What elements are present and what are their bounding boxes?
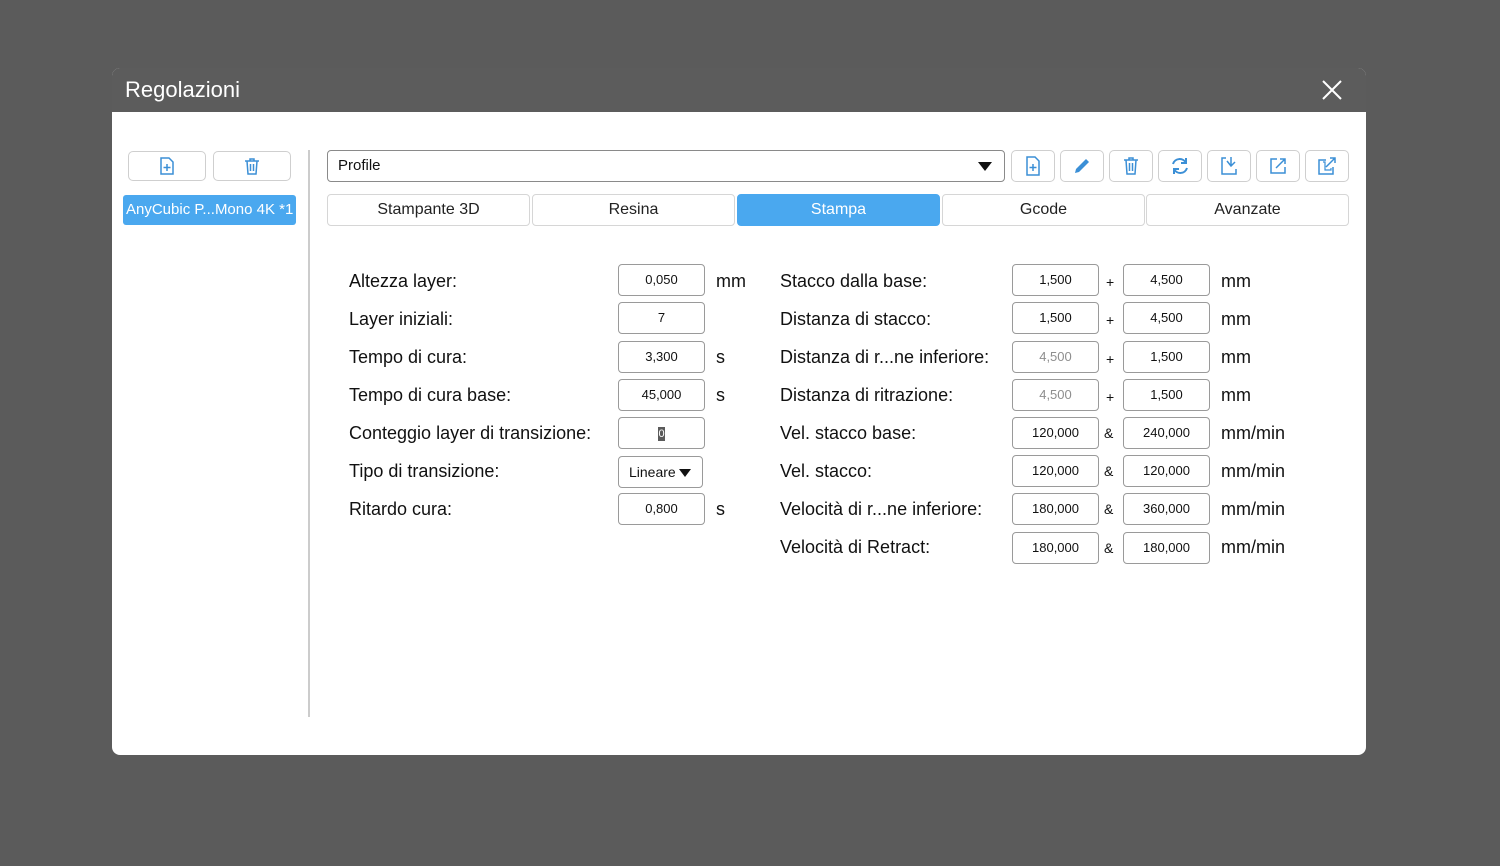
title-bar: Regolazioni: [112, 68, 1366, 112]
layer-height-input[interactable]: 0,050: [618, 264, 705, 296]
separator: +: [1106, 274, 1115, 290]
bottom-retract-speed-2-input[interactable]: 360,000: [1123, 493, 1210, 525]
separator: +: [1106, 351, 1115, 367]
tab-gcode[interactable]: Gcode: [942, 194, 1145, 226]
param-label: Distanza di ritrazione:: [780, 385, 954, 405]
unit-label: s: [716, 499, 725, 519]
profile-value: Profile: [338, 157, 381, 174]
import-icon: [1221, 157, 1237, 175]
lift-distance-input[interactable]: 1,500: [1012, 302, 1099, 334]
transition-type-dropdown[interactable]: Lineare: [618, 456, 703, 488]
file-add-icon: [1026, 156, 1040, 176]
tab-avanzate[interactable]: Avanzate: [1146, 194, 1349, 226]
export-icon: [1270, 158, 1286, 174]
sidebar-divider: [308, 150, 310, 717]
printer-list-item[interactable]: AnyCubic P...Mono 4K *1: [123, 195, 296, 225]
share-icon: [1318, 157, 1336, 175]
trash-icon: [245, 158, 259, 175]
unit-label: mm/min: [1221, 423, 1285, 443]
separator: +: [1106, 312, 1115, 328]
cure-delay-input[interactable]: 0,800: [618, 493, 705, 525]
refresh-icon: [1172, 158, 1188, 174]
delete-printer-button[interactable]: [213, 151, 291, 181]
transition-type-value: Lineare: [629, 464, 676, 480]
share-profile-button[interactable]: [1305, 150, 1349, 182]
param-label: Vel. stacco:: [780, 461, 873, 481]
profile-dropdown[interactable]: Profile: [327, 150, 1005, 182]
exposure-time-input[interactable]: 3,300: [618, 341, 705, 373]
param-label: Velocità di r...ne inferiore:: [780, 499, 983, 519]
param-label: Distanza di stacco:: [780, 309, 932, 329]
import-profile-button[interactable]: [1207, 150, 1251, 182]
bottom-lift-speed-2-input[interactable]: 240,000: [1123, 417, 1210, 449]
param-label: Altezza layer:: [349, 271, 458, 291]
unit-label: mm/min: [1221, 499, 1285, 519]
new-profile-button[interactable]: [1011, 150, 1055, 182]
param-label: Conteggio layer di transizione:: [349, 423, 592, 443]
close-button[interactable]: [1318, 76, 1346, 104]
separator: &: [1104, 463, 1114, 479]
separator: &: [1104, 501, 1114, 517]
param-label: Stacco dalla base:: [780, 271, 928, 291]
param-label: Tipo di transizione:: [349, 461, 500, 481]
unit-label: mm: [1221, 385, 1251, 405]
close-icon: [1322, 80, 1342, 100]
param-label: Tempo di cura:: [349, 347, 468, 367]
delete-profile-button[interactable]: [1109, 150, 1153, 182]
bottom-lift-distance-input[interactable]: 1,500: [1012, 264, 1099, 296]
param-label: Ritardo cura:: [349, 499, 453, 519]
trash-icon: [1124, 157, 1138, 175]
selected-text: 0: [658, 426, 665, 441]
unit-label: mm: [1221, 309, 1251, 329]
param-label: Distanza di r...ne inferiore:: [780, 347, 990, 367]
initial-layers-input[interactable]: 7: [618, 302, 705, 334]
bottom-retract-speed-input[interactable]: 180,000: [1012, 493, 1099, 525]
rename-profile-button[interactable]: [1060, 150, 1104, 182]
chevron-down-icon: [978, 162, 992, 171]
bottom-lift-distance-2-input[interactable]: 4,500: [1123, 264, 1210, 296]
retract-speed-input[interactable]: 180,000: [1012, 532, 1099, 564]
export-profile-button[interactable]: [1256, 150, 1300, 182]
unit-label: s: [716, 347, 725, 367]
separator: &: [1104, 540, 1114, 556]
param-label: Tempo di cura base:: [349, 385, 512, 405]
lift-speed-input[interactable]: 120,000: [1012, 455, 1099, 487]
bottom-retract-distance-input[interactable]: 4,500: [1012, 341, 1099, 373]
settings-dialog: Regolazioni AnyCubic P...Mono 4K *1 Prof…: [112, 68, 1366, 755]
pencil-icon: [1075, 159, 1089, 173]
tab-resina[interactable]: Resina: [532, 194, 735, 226]
unit-label: mm: [1221, 347, 1251, 367]
file-add-icon: [160, 157, 174, 175]
param-label: Layer iniziali:: [349, 309, 454, 329]
bottom-retract-distance-2-input[interactable]: 1,500: [1123, 341, 1210, 373]
separator: &: [1104, 425, 1114, 441]
param-label: Vel. stacco base:: [780, 423, 917, 443]
reset-profile-button[interactable]: [1158, 150, 1202, 182]
add-printer-button[interactable]: [128, 151, 206, 181]
tab-stampa[interactable]: Stampa: [737, 194, 940, 226]
retract-distance-2-input[interactable]: 1,500: [1123, 379, 1210, 411]
retract-speed-2-input[interactable]: 180,000: [1123, 532, 1210, 564]
window-title: Regolazioni: [125, 77, 240, 102]
lift-distance-2-input[interactable]: 4,500: [1123, 302, 1210, 334]
chevron-down-icon: [678, 469, 691, 478]
unit-label: mm/min: [1221, 461, 1285, 481]
unit-label: mm: [716, 271, 746, 291]
transition-layer-count-input[interactable]: 0: [618, 417, 705, 449]
tab-stampante-3d[interactable]: Stampante 3D: [327, 194, 530, 226]
unit-label: s: [716, 385, 725, 405]
bottom-lift-speed-input[interactable]: 120,000: [1012, 417, 1099, 449]
separator: +: [1106, 389, 1115, 405]
unit-label: mm: [1221, 271, 1251, 291]
retract-distance-input[interactable]: 4,500: [1012, 379, 1099, 411]
unit-label: mm/min: [1221, 537, 1285, 557]
lift-speed-2-input[interactable]: 120,000: [1123, 455, 1210, 487]
base-exposure-time-input[interactable]: 45,000: [618, 379, 705, 411]
param-label: Velocità di Retract:: [780, 537, 931, 557]
